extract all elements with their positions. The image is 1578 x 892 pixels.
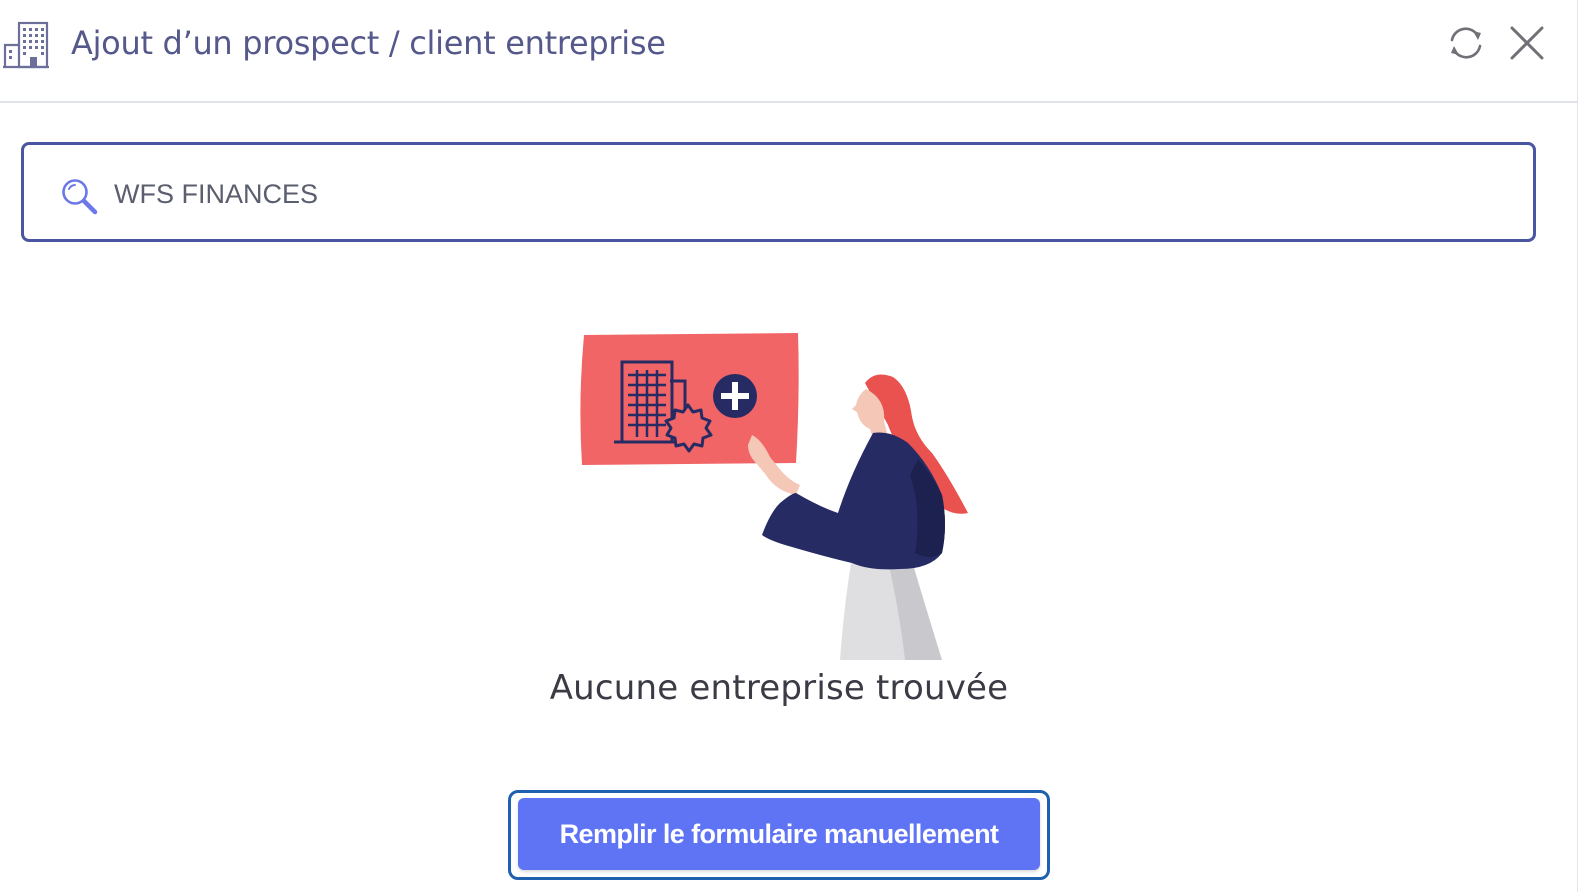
manual-form-button[interactable]: Remplir le formulaire manuellement — [518, 798, 1040, 870]
company-search-box[interactable] — [21, 142, 1536, 242]
no-results-message: Aucune entreprise trouvée — [549, 668, 1009, 708]
search-icon — [62, 179, 98, 215]
company-search-input[interactable] — [112, 169, 1496, 219]
close-button[interactable] — [1506, 22, 1548, 64]
close-icon — [1510, 26, 1544, 60]
dialog-title: Ajout d’un prospect / client entreprise — [71, 24, 666, 62]
refresh-button[interactable] — [1445, 22, 1487, 64]
dialog-header: Ajout d’un prospect / client entreprise — [0, 0, 1578, 103]
building-icon — [3, 21, 49, 69]
refresh-icon — [1450, 27, 1482, 59]
add-company-illustration — [580, 333, 968, 660]
add-prospect-dialog: Ajout d’un prospect / client entreprise — [0, 0, 1578, 892]
